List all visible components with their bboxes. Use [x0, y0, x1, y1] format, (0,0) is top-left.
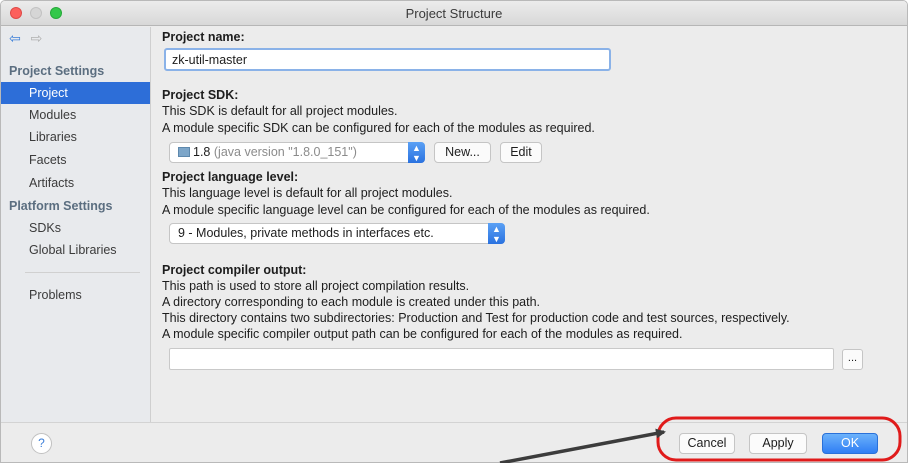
- sdk-version: 1.8: [193, 145, 211, 159]
- sdk-new-button[interactable]: New...: [434, 142, 491, 163]
- project-structure-window: Project Structure ⇦ ⇨ Project Settings P…: [0, 0, 908, 463]
- project-name-input[interactable]: [164, 48, 611, 71]
- project-sdk-description-2: A module specific SDK can be configured …: [162, 121, 595, 135]
- project-language-level-label: Project language level:: [162, 170, 299, 184]
- sdk-edit-button[interactable]: Edit: [500, 142, 542, 163]
- language-level-value: 9 - Modules, private methods in interfac…: [178, 226, 434, 240]
- compiler-output-description-4: A module specific compiler output path c…: [162, 327, 683, 341]
- compiler-output-description-3: This directory contains two subdirectori…: [162, 311, 790, 325]
- window-title: Project Structure: [405, 6, 503, 21]
- sidebar-item-facets[interactable]: Facets: [1, 149, 150, 171]
- dialog-button-bar: ? Cancel Apply OK: [1, 422, 907, 462]
- project-name-label: Project name:: [162, 30, 245, 44]
- help-button[interactable]: ?: [31, 433, 52, 454]
- forward-arrow-icon[interactable]: ⇨: [31, 30, 43, 46]
- sidebar-item-artifacts[interactable]: Artifacts: [1, 172, 150, 194]
- sdk-version-detail: (java version "1.8.0_151"): [213, 145, 357, 159]
- sidebar-item-modules[interactable]: Modules: [1, 104, 150, 126]
- project-sdk-label: Project SDK:: [162, 88, 239, 102]
- nav-arrows: ⇦ ⇨: [9, 30, 42, 47]
- language-level-select[interactable]: 9 - Modules, private methods in interfac…: [169, 223, 505, 244]
- sidebar-item-problems[interactable]: Problems: [1, 284, 150, 306]
- compiler-output-path-input[interactable]: [169, 348, 834, 370]
- project-sdk-select[interactable]: 1.8 (java version "1.8.0_151") ▲ ▼: [169, 142, 425, 163]
- sidebar-item-libraries[interactable]: Libraries: [1, 126, 150, 148]
- compiler-output-description-2: A directory corresponding to each module…: [162, 295, 540, 309]
- sidebar-divider: [25, 272, 140, 273]
- sidebar-header-project-settings: Project Settings: [9, 64, 105, 78]
- ok-button[interactable]: OK: [822, 433, 878, 454]
- sdk-folder-icon: [178, 147, 190, 157]
- sidebar: ⇦ ⇨ Project Settings Project Modules Lib…: [1, 27, 151, 422]
- chevron-updown-icon: ▲ ▼: [488, 223, 505, 244]
- language-level-description-2: A module specific language level can be …: [162, 203, 650, 217]
- sidebar-item-global-libraries[interactable]: Global Libraries: [1, 239, 150, 261]
- cancel-button[interactable]: Cancel: [679, 433, 735, 454]
- sidebar-item-sdks[interactable]: SDKs: [1, 217, 150, 239]
- apply-button[interactable]: Apply: [749, 433, 807, 454]
- browse-output-path-button[interactable]: ...: [842, 349, 863, 370]
- sidebar-item-project[interactable]: Project: [1, 82, 150, 104]
- project-settings-panel: Project name: Project SDK: This SDK is d…: [152, 27, 907, 422]
- sidebar-header-platform-settings: Platform Settings: [9, 199, 113, 213]
- back-arrow-icon[interactable]: ⇦: [9, 30, 21, 46]
- language-level-description-1: This language level is default for all p…: [162, 186, 453, 200]
- compiler-output-label: Project compiler output:: [162, 263, 307, 277]
- chevron-updown-icon: ▲ ▼: [408, 142, 425, 163]
- title-bar: Project Structure: [1, 1, 907, 26]
- compiler-output-description-1: This path is used to store all project c…: [162, 279, 470, 293]
- project-sdk-description-1: This SDK is default for all project modu…: [162, 104, 398, 118]
